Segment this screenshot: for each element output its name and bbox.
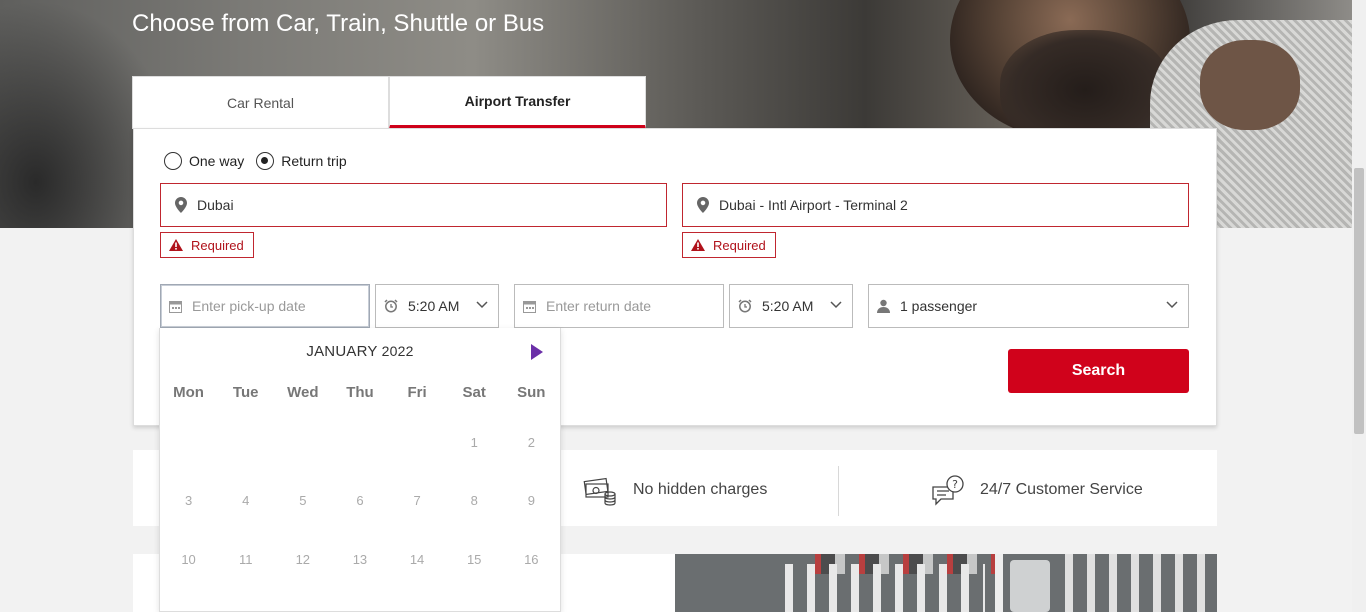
pickup-location-error: Required xyxy=(160,232,254,258)
warning-icon xyxy=(691,239,705,251)
calendar-day xyxy=(274,435,331,450)
calendar-day xyxy=(217,435,274,450)
street-truck xyxy=(1010,560,1050,612)
warning-icon xyxy=(169,239,183,251)
chevron-down-icon xyxy=(1166,301,1178,309)
calendar-day[interactable]: 13 xyxy=(331,552,388,567)
calendar-day[interactable]: 15 xyxy=(446,552,503,567)
weekday-wed: Wed xyxy=(287,384,319,401)
calendar-day[interactable]: 11 xyxy=(217,552,274,567)
pickup-location-value: Dubai xyxy=(197,197,234,213)
pickup-time-select[interactable]: 5:20 AM xyxy=(375,284,499,328)
dropoff-location-value: Dubai - Intl Airport - Terminal 2 xyxy=(719,197,908,213)
page-scrollbar[interactable] xyxy=(1352,0,1366,612)
return-date-placeholder: Enter return date xyxy=(546,298,652,314)
weekday-sun: Sun xyxy=(517,384,546,401)
support-chat-icon: ? xyxy=(932,475,964,506)
calendar-weekdays: Mon Tue Wed Thu Fri Sat Sun xyxy=(160,384,560,401)
dropoff-location-input[interactable]: Dubai - Intl Airport - Terminal 2 xyxy=(682,183,1189,227)
person-icon xyxy=(877,299,890,313)
return-trip-radio[interactable] xyxy=(256,152,275,170)
tab-car-rental[interactable]: Car Rental xyxy=(132,76,389,129)
calendar-month-year: JANUARY 2022 xyxy=(160,343,560,360)
dropoff-location-error: Required xyxy=(682,232,776,258)
return-date-input[interactable]: Enter return date xyxy=(514,284,724,328)
pickup-date-input[interactable]: Enter pick-up date xyxy=(160,284,370,328)
crosswalk-stripes-right xyxy=(1065,554,1205,612)
search-button[interactable]: Search xyxy=(1008,349,1189,393)
svg-text:?: ? xyxy=(952,478,958,491)
calendar-day xyxy=(160,435,217,450)
chevron-down-icon xyxy=(476,301,488,309)
alarm-clock-icon xyxy=(738,299,752,313)
chevron-down-icon xyxy=(830,301,842,309)
trip-type-group: One way Return trip xyxy=(164,152,359,170)
pickup-location-input[interactable]: Dubai xyxy=(160,183,667,227)
pickup-time-value: 5:20 AM xyxy=(408,298,460,314)
booking-tabs: Car Rental Airport Transfer xyxy=(132,76,646,129)
calendar-day[interactable]: 9 xyxy=(503,493,560,508)
return-time-select[interactable]: 5:20 AM xyxy=(729,284,853,328)
hero-person-hand xyxy=(1200,40,1300,130)
calendar-icon xyxy=(169,300,182,313)
feature-customer-service-label: 24/7 Customer Service xyxy=(980,481,1143,498)
one-way-radio[interactable] xyxy=(164,152,182,170)
calendar-year: 2022 xyxy=(381,343,414,359)
pickup-location-error-text: Required xyxy=(191,237,244,253)
calendar-day[interactable]: 7 xyxy=(389,493,446,508)
one-way-label[interactable]: One way xyxy=(189,153,244,169)
pickup-date-placeholder: Enter pick-up date xyxy=(192,298,306,314)
calendar-week: 3 4 5 6 7 8 9 xyxy=(160,493,560,508)
calendar-day[interactable]: 1 xyxy=(446,435,503,450)
calendar-day[interactable]: 2 xyxy=(503,435,560,450)
return-trip-label[interactable]: Return trip xyxy=(281,153,346,169)
calendar-icon xyxy=(523,300,536,313)
location-pin-icon xyxy=(697,197,709,213)
calendar-week: 10 11 12 13 14 15 16 xyxy=(160,552,560,567)
road-divider xyxy=(995,554,1003,612)
calendar-day[interactable]: 14 xyxy=(389,552,446,567)
calendar-day[interactable]: 6 xyxy=(331,493,388,508)
passengers-value: 1 passenger xyxy=(900,298,978,314)
weekday-sat: Sat xyxy=(462,384,486,401)
calendar-month: JANUARY xyxy=(306,343,378,360)
cash-icon xyxy=(583,477,616,506)
weekday-thu: Thu xyxy=(346,384,374,401)
weekday-tue: Tue xyxy=(232,384,259,401)
calendar-day xyxy=(331,435,388,450)
crosswalk-stripes xyxy=(785,564,985,612)
tab-airport-transfer[interactable]: Airport Transfer xyxy=(389,76,646,129)
passengers-select[interactable]: 1 passenger xyxy=(868,284,1189,328)
feature-no-hidden-charges: No hidden charges xyxy=(583,474,767,506)
date-picker-calendar: JANUARY 2022 Mon Tue Wed Thu Fri Sat Sun… xyxy=(159,328,561,612)
calendar-day[interactable]: 3 xyxy=(160,493,217,508)
alarm-clock-icon xyxy=(384,299,398,313)
promo-street-image xyxy=(675,554,1217,612)
next-month-arrow-icon[interactable] xyxy=(530,344,544,360)
return-time-value: 5:20 AM xyxy=(762,298,814,314)
location-pin-icon xyxy=(175,197,187,213)
calendar-day[interactable]: 10 xyxy=(160,552,217,567)
scrollbar-thumb[interactable] xyxy=(1354,168,1364,434)
calendar-day[interactable]: 4 xyxy=(217,493,274,508)
calendar-day[interactable]: 16 xyxy=(503,552,560,567)
hero-subtitle: Choose from Car, Train, Shuttle or Bus xyxy=(132,10,545,37)
calendar-day[interactable]: 8 xyxy=(446,493,503,508)
calendar-day[interactable]: 5 xyxy=(274,493,331,508)
dropoff-location-error-text: Required xyxy=(713,237,766,253)
calendar-week: 1 2 xyxy=(160,435,560,450)
weekday-mon: Mon xyxy=(173,384,204,401)
feature-customer-service: ? 24/7 Customer Service xyxy=(930,473,1143,507)
weekday-fri: Fri xyxy=(407,384,427,401)
calendar-day[interactable]: 12 xyxy=(274,552,331,567)
feature-divider xyxy=(838,466,839,516)
calendar-day xyxy=(389,435,446,450)
feature-no-hidden-charges-label: No hidden charges xyxy=(633,481,768,498)
